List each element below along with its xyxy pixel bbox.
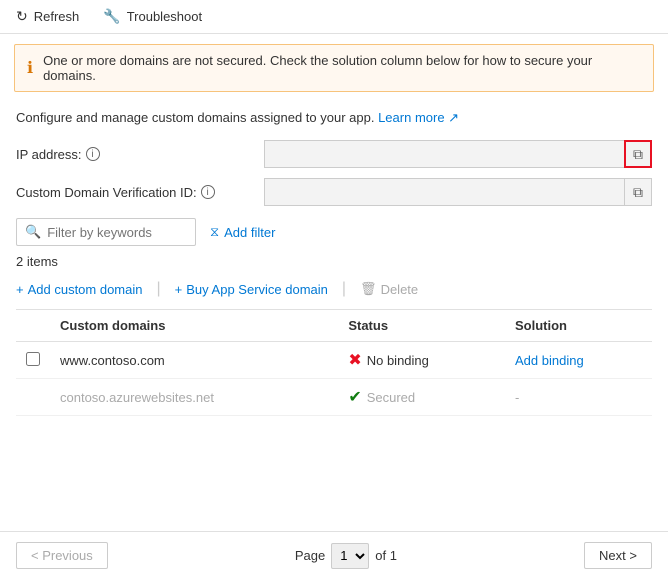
table-header-row: Custom domains Status Solution <box>16 310 652 342</box>
copy-icon-2: ⧉ <box>633 184 643 201</box>
banner-message: One or more domains are not secured. Che… <box>43 53 641 83</box>
add-filter-button[interactable]: ⧖ Add filter <box>204 222 281 242</box>
action-row: + Add custom domain | + Buy App Service … <box>16 277 652 310</box>
buy-app-service-button[interactable]: + Buy App Service domain <box>163 278 340 301</box>
content-area: Configure and manage custom domains assi… <box>0 102 668 424</box>
learn-more-label: Learn more <box>378 110 444 125</box>
filter-row: 🔍 ⧖ Add filter <box>16 218 652 246</box>
table-row: contoso.azurewebsites.net ✔ Secured - <box>16 379 652 416</box>
verification-id-info-icon[interactable]: i <box>201 185 215 199</box>
items-count: 2 items <box>16 254 652 269</box>
warning-icon: ℹ <box>27 58 33 78</box>
add-filter-icon: ⧖ <box>210 224 219 240</box>
error-icon: ✖ <box>348 350 361 370</box>
ok-icon: ✔ <box>348 387 361 407</box>
solution-cell: - <box>505 379 652 416</box>
refresh-label: Refresh <box>34 9 80 24</box>
filter-input[interactable] <box>47 225 187 240</box>
add-custom-domain-button[interactable]: + Add custom domain <box>16 278 155 301</box>
col-custom-domains: Custom domains <box>50 310 338 342</box>
ip-address-copy-button[interactable]: ⧉ <box>624 140 652 168</box>
status-cell: ✖ No binding <box>338 342 505 379</box>
ip-address-info-icon[interactable]: i <box>86 147 100 161</box>
info-description: Configure and manage custom domains assi… <box>16 110 374 125</box>
delete-label: Delete <box>381 282 419 297</box>
action-separator-2: | <box>340 280 348 298</box>
status-text: Secured <box>367 390 415 405</box>
verification-id-label: Custom Domain Verification ID: i <box>16 185 256 200</box>
ip-address-row: IP address: i ⧉ <box>16 140 652 168</box>
troubleshoot-label: Troubleshoot <box>127 9 202 24</box>
row-checkbox-cell <box>16 342 50 379</box>
buy-app-service-label: Buy App Service domain <box>186 282 328 297</box>
info-text: Configure and manage custom domains assi… <box>16 110 652 126</box>
page-info: Page 1 of 1 <box>295 543 397 569</box>
toolbar: ↻ Refresh 🔧 Troubleshoot <box>0 0 668 34</box>
troubleshoot-button[interactable]: 🔧 Troubleshoot <box>99 6 206 27</box>
troubleshoot-icon: 🔧 <box>103 8 120 25</box>
col-solution: Solution <box>505 310 652 342</box>
solution-cell[interactable]: Add binding <box>505 342 652 379</box>
col-checkbox <box>16 310 50 342</box>
status-text: No binding <box>367 353 429 368</box>
verification-id-copy-button[interactable]: ⧉ <box>624 178 652 206</box>
domain-cell: www.contoso.com <box>50 342 338 379</box>
add-icon-2: + <box>175 282 183 297</box>
row-checkbox-cell <box>16 379 50 416</box>
col-status: Status <box>338 310 505 342</box>
solution-link[interactable]: Add binding <box>515 353 584 368</box>
learn-more-link[interactable]: Learn more ↗ <box>378 110 459 125</box>
status-cell: ✔ Secured <box>338 379 505 416</box>
filter-input-wrapper: 🔍 <box>16 218 196 246</box>
filter-search-icon: 🔍 <box>25 224 41 240</box>
ip-address-label: IP address: i <box>16 147 256 162</box>
delete-icon: 🗑 <box>360 281 377 297</box>
verification-id-input[interactable] <box>264 178 652 206</box>
ip-address-input[interactable] <box>264 140 652 168</box>
add-icon-1: + <box>16 282 24 297</box>
of-label: of 1 <box>375 548 397 563</box>
action-separator-1: | <box>155 280 163 298</box>
table-row: www.contoso.com ✖ No binding Add binding <box>16 342 652 379</box>
domain-cell: contoso.azurewebsites.net <box>50 379 338 416</box>
verification-id-row: Custom Domain Verification ID: i ⧉ <box>16 178 652 206</box>
next-button[interactable]: Next > <box>584 542 652 569</box>
footer: < Previous Page 1 of 1 Next > <box>0 531 668 579</box>
warning-banner: ℹ One or more domains are not secured. C… <box>14 44 654 92</box>
add-custom-domain-label: Add custom domain <box>28 282 143 297</box>
previous-button[interactable]: < Previous <box>16 542 108 569</box>
refresh-icon: ↻ <box>16 8 28 25</box>
refresh-button[interactable]: ↻ Refresh <box>12 6 83 27</box>
ip-address-input-wrapper: ⧉ <box>264 140 652 168</box>
page-select[interactable]: 1 <box>331 543 369 569</box>
add-filter-label: Add filter <box>224 225 275 240</box>
domains-table: Custom domains Status Solution www.conto… <box>16 310 652 416</box>
page-label: Page <box>295 548 325 563</box>
row-checkbox[interactable] <box>26 352 40 366</box>
delete-button[interactable]: 🗑 Delete <box>348 277 430 301</box>
verification-id-input-wrapper: ⧉ <box>264 178 652 206</box>
copy-icon: ⧉ <box>633 146 643 163</box>
